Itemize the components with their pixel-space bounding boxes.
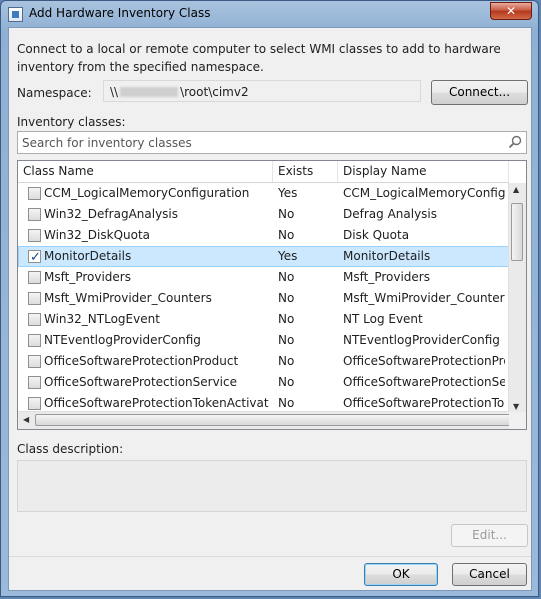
window-title: Add Hardware Inventory Class xyxy=(29,6,211,20)
table-row[interactable]: OfficeSoftwareProtectionService No OfficeS… xyxy=(18,372,509,393)
row-checkbox[interactable] xyxy=(28,313,41,326)
class-description-label: Class description: xyxy=(17,442,124,456)
cell-display-name: Msft_WmiProvider_Counters xyxy=(343,291,505,305)
cell-class-name: Msft_Providers xyxy=(44,270,131,284)
dialog-window: Add Hardware Inventory Class ✕ Connect t… xyxy=(0,0,539,597)
row-checkbox[interactable] xyxy=(28,334,41,347)
table-row[interactable]: Win32_DefragAnalysis No Defrag Analysis xyxy=(18,204,509,225)
cell-exists: No xyxy=(278,291,295,305)
column-header-exists[interactable]: Exists xyxy=(273,161,338,182)
cell-class-name: Win32_DiskQuota xyxy=(44,228,151,242)
column-header-class-name[interactable]: Class Name xyxy=(18,161,273,182)
title-bar[interactable]: Add Hardware Inventory Class ✕ xyxy=(1,1,538,27)
window-icon xyxy=(8,7,23,22)
row-checkbox[interactable] xyxy=(28,208,41,221)
inventory-classes-label: Inventory classes: xyxy=(17,115,126,129)
close-button[interactable]: ✕ xyxy=(490,2,532,20)
vertical-scrollbar[interactable]: ▲ ▼ xyxy=(508,183,526,413)
namespace-label: Namespace: xyxy=(17,86,92,100)
intro-text: Connect to a local or remote computer to… xyxy=(17,42,501,74)
cell-class-name: OfficeSoftwareProtectionService xyxy=(44,375,237,389)
dialog-body: Connect to a local or remote computer to… xyxy=(8,27,532,591)
table-row[interactable]: Msft_Providers No Msft_Providers xyxy=(18,267,509,288)
scroll-left-icon[interactable]: ◀ xyxy=(23,415,29,424)
row-checkbox[interactable] xyxy=(28,229,41,242)
cancel-button[interactable]: Cancel xyxy=(452,563,527,586)
footer-separator xyxy=(9,556,531,557)
scrollbar-corner xyxy=(509,412,526,429)
cell-display-name: CCM_LogicalMemoryConfigur xyxy=(343,186,505,200)
row-checkbox[interactable] xyxy=(28,355,41,368)
cell-exists: No xyxy=(278,333,295,347)
cell-display-name: MonitorDetails xyxy=(343,249,431,263)
grid-header: Class Name Exists Display Name xyxy=(18,161,509,183)
table-row[interactable]: CCM_LogicalMemoryConfiguration Yes CCM_Log… xyxy=(18,183,509,204)
table-row[interactable]: NTEventlogProviderConfig No NTEventlogProv… xyxy=(18,330,509,351)
search-input[interactable]: Search for inventory classes xyxy=(17,131,527,154)
cell-display-name: OfficeSoftwareProtectionServi xyxy=(343,375,505,389)
cell-exists: No xyxy=(278,375,295,389)
edit-button[interactable]: Edit... xyxy=(451,524,528,547)
cell-display-name: Disk Quota xyxy=(343,228,410,242)
inventory-classes-grid[interactable]: Class Name Exists Display Name CCM_Logic… xyxy=(17,160,527,430)
cell-class-name: OfficeSoftwareProtectionProduct xyxy=(44,354,239,368)
cell-exists: Yes xyxy=(278,186,298,200)
cell-display-name: OfficeSoftwareProtectionProd xyxy=(343,354,505,368)
namespace-redacted-host xyxy=(120,87,179,97)
cell-exists: No xyxy=(278,354,295,368)
row-checkbox[interactable] xyxy=(28,397,41,410)
table-row[interactable]: Win32_DiskQuota No Disk Quota xyxy=(18,225,509,246)
row-checkbox[interactable] xyxy=(28,292,41,305)
row-checkbox[interactable] xyxy=(28,376,41,389)
cell-class-name: MonitorDetails xyxy=(44,249,132,263)
cell-exists: No xyxy=(278,270,295,284)
cell-class-name: Win32_NTLogEvent xyxy=(44,312,160,326)
cell-exists: No xyxy=(278,228,295,242)
horizontal-scrollbar[interactable]: ◀ xyxy=(18,411,515,429)
row-checkbox[interactable] xyxy=(28,271,41,284)
cell-class-name: CCM_LogicalMemoryConfiguration xyxy=(44,186,250,200)
cell-exists: No xyxy=(278,207,295,221)
connect-button[interactable]: Connect... xyxy=(431,80,528,105)
table-row[interactable]: Win32_NTLogEvent No NT Log Event xyxy=(18,309,509,330)
cell-exists: No xyxy=(278,312,295,326)
row-checkbox[interactable] xyxy=(28,187,41,200)
cell-display-name: Defrag Analysis xyxy=(343,207,438,221)
table-row[interactable]: OfficeSoftwareProtectionProduct No OfficeS… xyxy=(18,351,509,372)
cell-class-name: Win32_DefragAnalysis xyxy=(44,207,179,221)
scroll-up-icon[interactable]: ▲ xyxy=(513,185,519,194)
vertical-scroll-thumb[interactable] xyxy=(511,203,523,261)
search-placeholder: Search for inventory classes xyxy=(22,136,192,150)
cell-display-name: Msft_Providers xyxy=(343,270,430,284)
cell-class-name: NTEventlogProviderConfig xyxy=(44,333,201,347)
grid-rows: CCM_LogicalMemoryConfiguration Yes CCM_Log… xyxy=(18,183,509,414)
cell-display-name: NTEventlogProviderConfig xyxy=(343,333,500,347)
search-icon[interactable] xyxy=(508,135,522,149)
cell-exists: Yes xyxy=(278,249,298,263)
table-row[interactable]: MonitorDetails Yes MonitorDetails xyxy=(18,246,509,268)
cell-display-name: NT Log Event xyxy=(343,312,423,326)
ok-button[interactable]: OK xyxy=(364,563,438,586)
scroll-down-icon[interactable]: ▼ xyxy=(513,402,519,411)
namespace-prefix: \\ xyxy=(110,85,119,99)
namespace-field[interactable]: \\ \root\cimv2 xyxy=(103,80,421,102)
table-row[interactable]: Msft_WmiProvider_Counters No Msft_WmiProvi… xyxy=(18,288,509,309)
horizontal-scroll-thumb[interactable] xyxy=(35,414,515,426)
namespace-value: \root\cimv2 xyxy=(180,85,249,99)
column-header-display-name[interactable]: Display Name xyxy=(338,161,509,182)
cell-class-name: Msft_WmiProvider_Counters xyxy=(44,291,212,305)
row-checkbox[interactable] xyxy=(28,247,41,268)
class-description-box xyxy=(17,460,527,512)
